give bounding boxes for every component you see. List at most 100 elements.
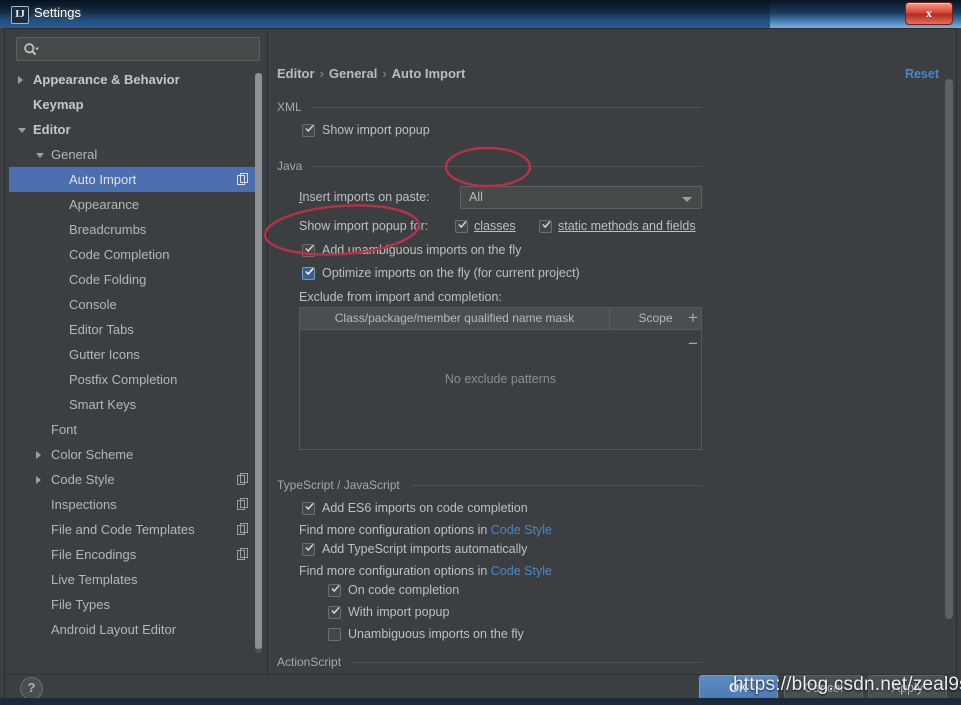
project-scope-icon xyxy=(237,498,249,510)
code-style-link-2[interactable]: Code Style xyxy=(491,564,552,578)
sidebar-item-label: Code Completion xyxy=(69,242,169,267)
sidebar-item-label: Smart Keys xyxy=(69,392,136,417)
settings-content-pane: Editor›General›Auto Import Reset XML Sho… xyxy=(270,62,943,670)
sidebar-item-code-completion[interactable]: Code Completion xyxy=(9,242,261,267)
label-optimize-imports[interactable]: Optimize imports on the fly (for current… xyxy=(322,266,580,280)
hint-code-style-1: Find more configuration options in Code … xyxy=(299,523,552,537)
chevron-down-icon xyxy=(682,197,692,202)
label-with-import-popup[interactable]: With import popup xyxy=(348,605,449,619)
add-exclude-pattern-button[interactable]: + xyxy=(682,308,704,330)
sidebar-scrollbar[interactable] xyxy=(255,73,262,653)
sidebar-item-code-folding[interactable]: Code Folding xyxy=(9,267,261,292)
sidebar-item-console[interactable]: Console xyxy=(9,292,261,317)
label-unambiguous-imports-on-the-fly[interactable]: Unambiguous imports on the fly xyxy=(348,627,524,641)
sidebar-item-label: Appearance & Behavior xyxy=(33,67,180,92)
chevron-down-icon[interactable] xyxy=(18,128,26,133)
close-icon[interactable]: x xyxy=(905,2,953,25)
content-scrollbar-thumb[interactable] xyxy=(945,79,953,619)
window-title: Settings xyxy=(34,5,81,20)
sidebar-item-android-layout-editor[interactable]: Android Layout Editor xyxy=(9,617,261,642)
label-static-methods-and-fields[interactable]: static methods and fields xyxy=(558,219,696,233)
sidebar-item-editor[interactable]: Editor xyxy=(9,117,261,142)
label-show-import-popup-for: Show import popup for: xyxy=(299,219,428,233)
sidebar-scrollbar-thumb[interactable] xyxy=(255,73,262,649)
chevron-down-icon[interactable] xyxy=(36,153,44,158)
breadcrumb-general[interactable]: General xyxy=(329,66,377,81)
sidebar-item-file-types[interactable]: File Types xyxy=(9,592,261,617)
checkbox-unambiguous-imports-on-the-fly[interactable] xyxy=(328,628,341,641)
sidebar-item-gutter-icons[interactable]: Gutter Icons xyxy=(9,342,261,367)
group-title-typescript: TypeScript / JavaScript xyxy=(277,478,406,492)
sidebar-item-general[interactable]: General xyxy=(9,142,261,167)
label-add-unambiguous-imports[interactable]: Add unambiguous imports on the fly xyxy=(322,243,521,257)
label-show-import-popup[interactable]: Show import popup xyxy=(322,123,430,137)
sidebar-item-label: File Encodings xyxy=(51,542,136,567)
search-icon xyxy=(23,42,39,58)
checkbox-add-unambiguous-imports[interactable] xyxy=(302,244,315,257)
sidebar-item-keymap[interactable]: Keymap xyxy=(9,92,261,117)
group-title-xml: XML xyxy=(277,100,308,114)
sidebar-item-label: Code Style xyxy=(51,467,115,492)
reset-link[interactable]: Reset xyxy=(905,67,939,81)
intellij-idea-icon: IJ xyxy=(11,6,29,24)
column-header-mask[interactable]: Class/package/member qualified name mask xyxy=(300,311,609,325)
chevron-right-icon[interactable] xyxy=(36,476,41,484)
sidebar-item-label: Code Folding xyxy=(69,267,146,292)
checkbox-optimize-imports[interactable] xyxy=(302,267,315,280)
sidebar-item-postfix-completion[interactable]: Postfix Completion xyxy=(9,367,261,392)
project-scope-icon xyxy=(237,523,249,535)
settings-dialog: Appearance & BehaviorKeymapEditorGeneral… xyxy=(4,28,957,701)
sidebar-item-code-style[interactable]: Code Style xyxy=(9,467,261,492)
sidebar-item-smart-keys[interactable]: Smart Keys xyxy=(9,392,261,417)
sidebar-item-file-encodings[interactable]: File Encodings xyxy=(9,542,261,567)
sidebar-item-label: Android Layout Editor xyxy=(51,617,176,642)
help-icon[interactable]: ? xyxy=(20,677,43,700)
breadcrumb-auto-import: Auto Import xyxy=(392,66,466,81)
desktop-edge xyxy=(0,698,961,705)
insert-imports-on-paste-select[interactable]: All xyxy=(460,186,702,209)
checkbox-add-es6-imports[interactable] xyxy=(302,502,315,515)
sidebar-item-file-and-code-templates[interactable]: File and Code Templates xyxy=(9,517,261,542)
sidebar-item-label: Color Scheme xyxy=(51,442,133,467)
titlebar-glass-left xyxy=(0,0,770,28)
project-scope-icon xyxy=(237,473,249,485)
sidebar-item-inspections[interactable]: Inspections xyxy=(9,492,261,517)
sidebar-item-label: Keymap xyxy=(33,92,84,117)
sidebar-item-label: Editor Tabs xyxy=(69,317,134,342)
watermark-text: https://blog.csdn.net/zeal9s xyxy=(733,674,961,696)
settings-tree[interactable]: Appearance & BehaviorKeymapEditorGeneral… xyxy=(9,67,261,668)
content-scrollbar[interactable] xyxy=(945,65,953,669)
group-title-java: Java xyxy=(277,159,308,173)
sidebar-item-editor-tabs[interactable]: Editor Tabs xyxy=(9,317,261,342)
remove-exclude-pattern-button[interactable]: − xyxy=(682,334,704,356)
checkbox-with-import-popup[interactable] xyxy=(328,606,341,619)
checkbox-show-import-popup[interactable] xyxy=(302,124,315,137)
checkbox-classes[interactable] xyxy=(455,220,468,233)
sidebar-item-label: Breadcrumbs xyxy=(69,217,146,242)
group-rule-java xyxy=(313,166,702,167)
label-insert-imports-on-paste: Insert imports on paste: xyxy=(299,190,430,204)
search-input[interactable] xyxy=(16,37,260,61)
label-add-typescript-imports[interactable]: Add TypeScript imports automatically xyxy=(322,542,527,556)
sidebar-item-breadcrumbs[interactable]: Breadcrumbs xyxy=(9,217,261,242)
sidebar-item-auto-import[interactable]: Auto Import xyxy=(9,167,261,192)
label-classes[interactable]: classes xyxy=(474,219,516,233)
exclude-patterns-table[interactable]: Class/package/member qualified name mask… xyxy=(299,307,702,450)
chevron-right-icon[interactable] xyxy=(18,76,23,84)
checkbox-on-code-completion[interactable] xyxy=(328,584,341,597)
label-add-es6-imports[interactable]: Add ES6 imports on code completion xyxy=(322,501,528,515)
project-scope-icon xyxy=(237,548,249,560)
sidebar-item-label: Inspections xyxy=(51,492,117,517)
sidebar-item-appearance[interactable]: Appearance xyxy=(9,192,261,217)
checkbox-add-typescript-imports[interactable] xyxy=(302,543,315,556)
sidebar-item-live-templates[interactable]: Live Templates xyxy=(9,567,261,592)
checkbox-static-methods-and-fields[interactable] xyxy=(539,220,552,233)
sidebar-item-color-scheme[interactable]: Color Scheme xyxy=(9,442,261,467)
sidebar-item-font[interactable]: Font xyxy=(9,417,261,442)
breadcrumb-editor[interactable]: Editor xyxy=(277,66,315,81)
sidebar-item-appearance-behavior[interactable]: Appearance & Behavior xyxy=(9,67,261,92)
label-on-code-completion[interactable]: On code completion xyxy=(348,583,459,597)
window-titlebar: IJ Settings x xyxy=(0,0,961,28)
code-style-link-1[interactable]: Code Style xyxy=(491,523,552,537)
chevron-right-icon[interactable] xyxy=(36,451,41,459)
